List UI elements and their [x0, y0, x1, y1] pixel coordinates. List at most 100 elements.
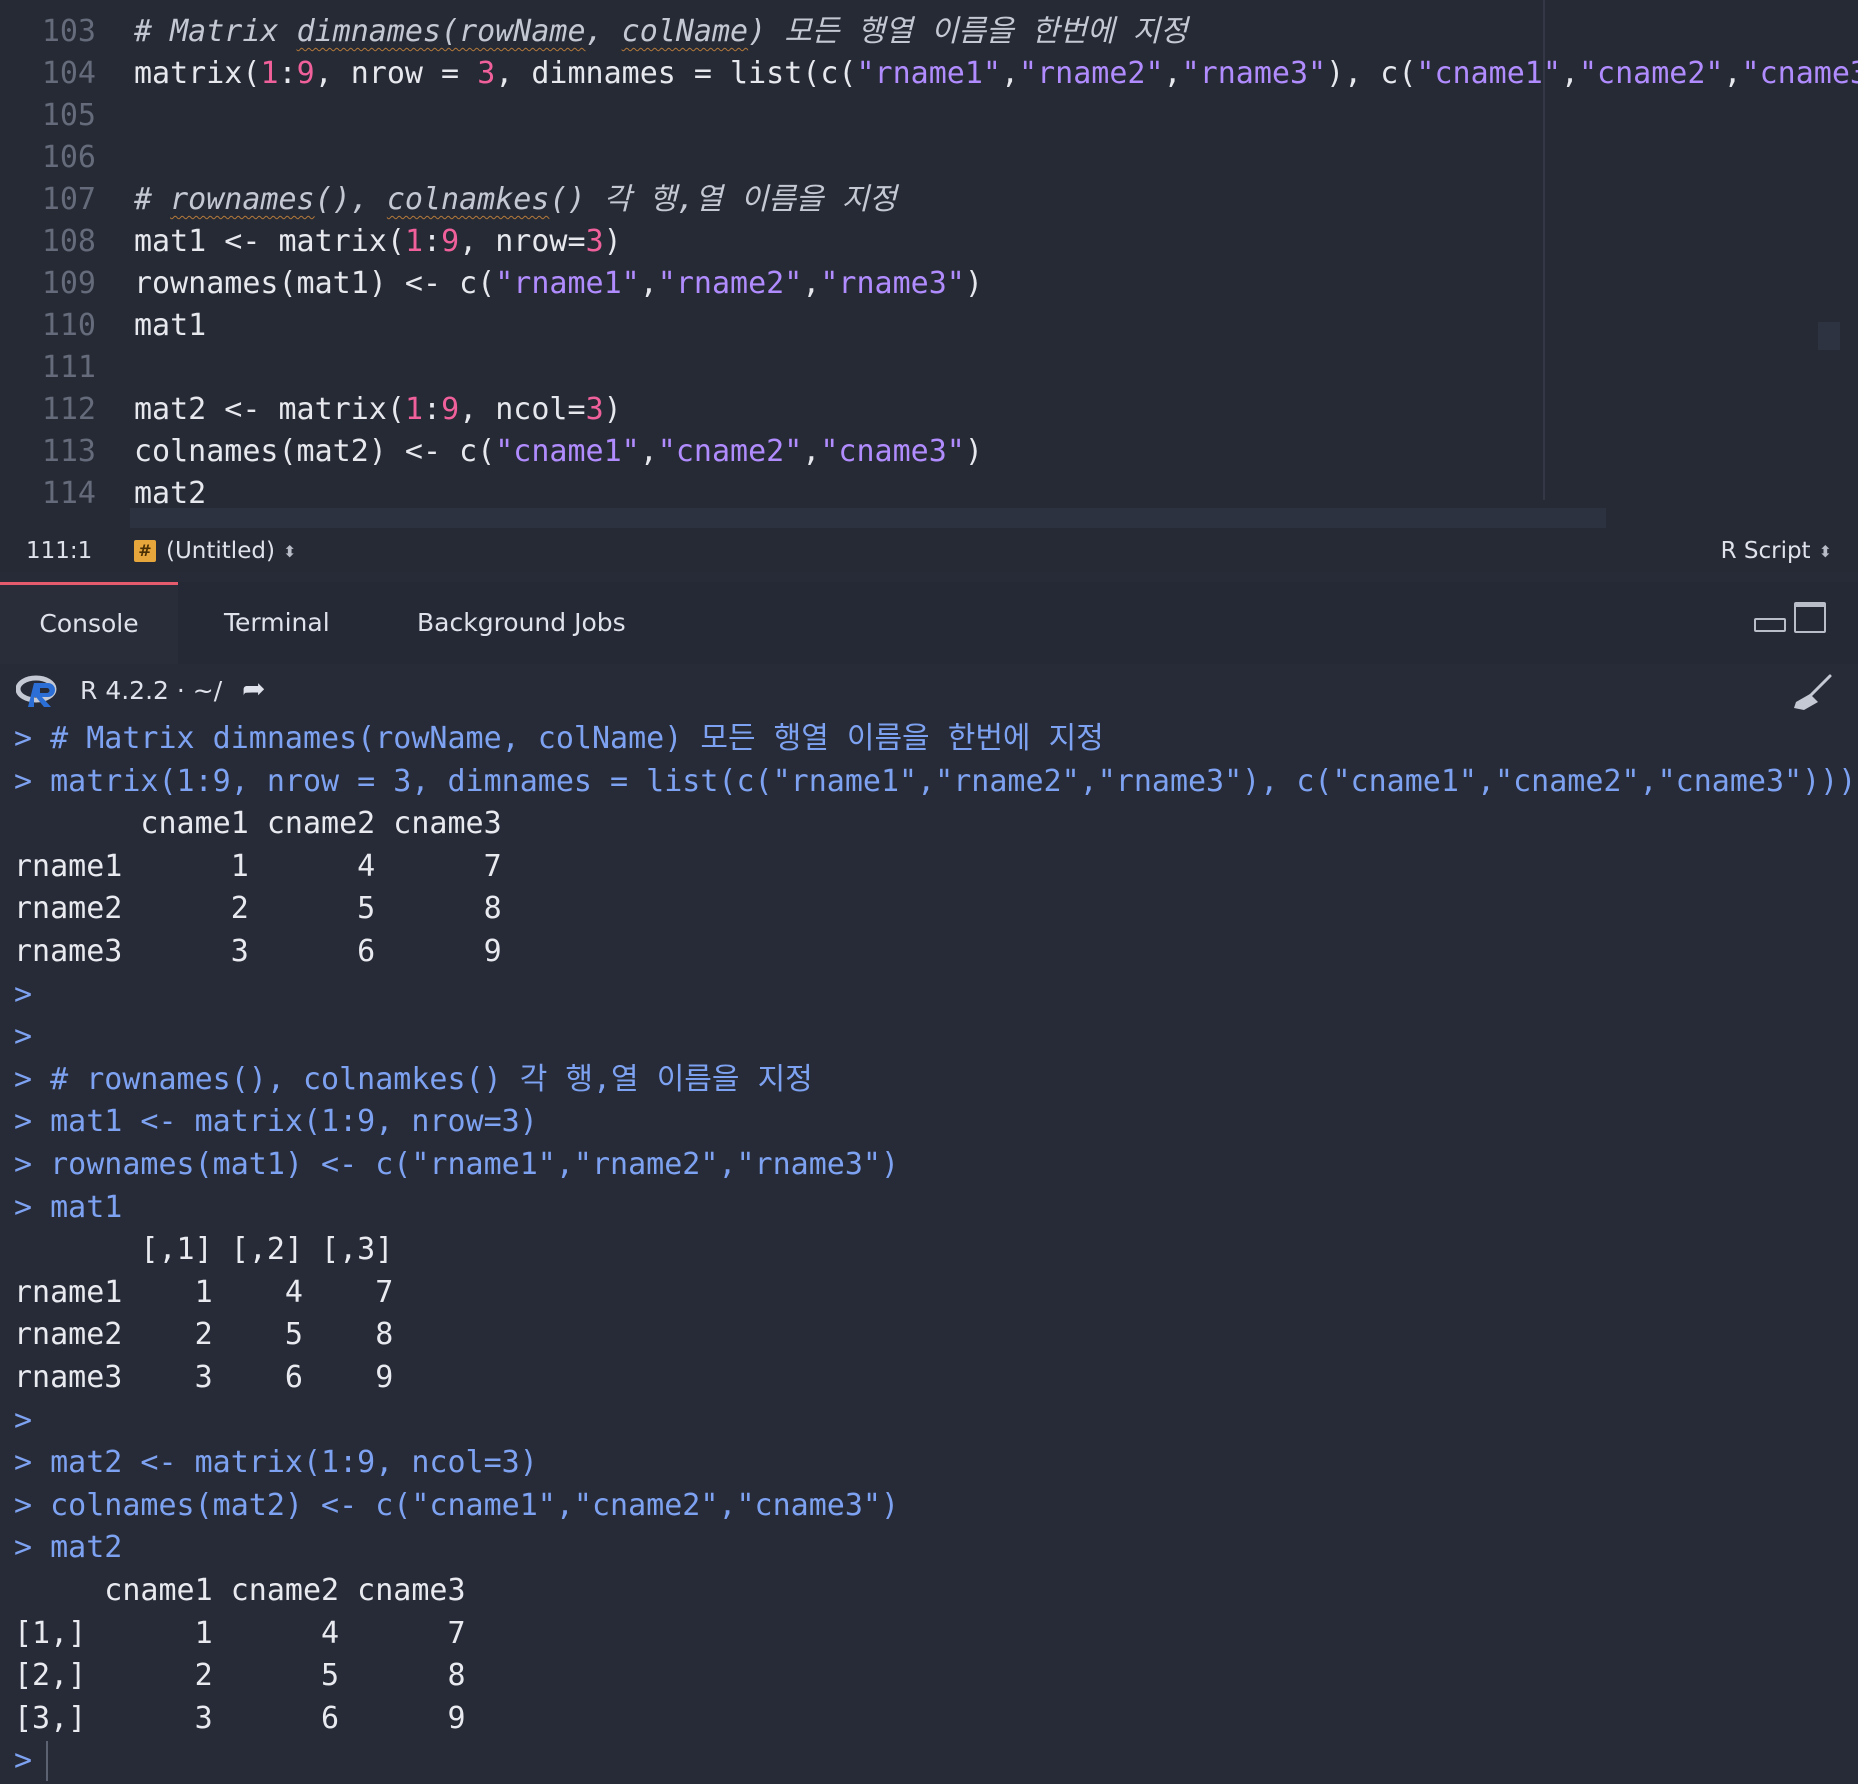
code-token: "cname3" — [1741, 56, 1858, 91]
line-number: 108 — [41, 224, 96, 259]
code-token: ) — [964, 266, 983, 301]
code-token: matrix( — [134, 56, 261, 91]
line-code: colnames(mat2) <- c("cname1","cname2","c… — [134, 431, 983, 473]
console-output-line: rname2 2 5 8 — [14, 1317, 394, 1352]
editor-line[interactable]: 114 mat2 — [0, 473, 1858, 515]
editor-line[interactable]: 106 — [0, 137, 1858, 179]
editor-line[interactable]: 109 rownames(mat1) <- c("rname1","rname2"… — [0, 263, 1858, 305]
editor-line[interactable]: 107 # rownames(), colnamkes() 각 행,열 이름을 지… — [0, 179, 1858, 221]
up-down-arrows-icon: ⬍ — [282, 541, 297, 561]
code-token: colnamkes — [386, 182, 550, 217]
console-input-line: > matrix(1:9, nrow = 3, dimnames = list(… — [14, 764, 1857, 799]
editor-line[interactable]: 104 matrix(1:9, nrow = 3, dimnames = list… — [0, 53, 1858, 95]
code-token: : — [423, 392, 442, 427]
tab-terminal[interactable]: Terminal — [224, 582, 330, 664]
console-output-line: rname1 1 4 7 — [14, 1275, 394, 1310]
editor-line[interactable]: 108 mat1 <- matrix(1:9, nrow=3) — [0, 221, 1858, 263]
console-output-line: cname1 cname2 cname3 — [14, 1573, 466, 1608]
cursor-position: 111:1 — [26, 538, 93, 564]
console-input-line: > mat1 — [14, 1190, 123, 1225]
code-token: dimnames(rowName — [296, 14, 586, 49]
line-code: mat1 <- matrix(1:9, nrow=3) — [134, 221, 622, 263]
console-input-line: > mat2 — [14, 1530, 123, 1565]
console-output-line: [2,] 2 5 8 — [14, 1658, 466, 1693]
code-editor[interactable]: 103 # Matrix dimnames(rowName, colName) 모… — [0, 0, 1858, 530]
code-token: ), c( — [1326, 56, 1417, 91]
code-token: , dimnames = list(c( — [495, 56, 857, 91]
console-input-line: > — [14, 1403, 33, 1438]
code-token: "rname1" — [495, 266, 640, 301]
broom-icon[interactable] — [1790, 672, 1834, 718]
code-token: , — [1723, 56, 1742, 91]
code-token: "cname3" — [820, 434, 965, 469]
console-output-line: [3,] 3 6 9 — [14, 1701, 466, 1736]
console-output[interactable]: > # Matrix dimnames(rowName, colName) 모든… — [0, 718, 1858, 1784]
console-output-line: rname1 1 4 7 — [14, 849, 502, 884]
line-code: mat2 — [134, 473, 206, 515]
editor-line[interactable]: 105 — [0, 95, 1858, 137]
code-token: ) — [603, 224, 622, 259]
line-number: 109 — [41, 266, 96, 301]
editor-line[interactable]: 111 — [0, 347, 1858, 389]
console-tab-bar: Console Terminal Background Jobs — [0, 582, 1858, 664]
code-token: # — [134, 182, 171, 217]
document-name: (Untitled) — [166, 538, 275, 564]
code-token: ) 모든 행열 이름을 한번에 지정 — [748, 14, 1188, 49]
line-number: 114 — [41, 476, 96, 511]
code-token: , — [639, 434, 658, 469]
code-token: , nrow = — [314, 56, 478, 91]
code-token: ) — [964, 434, 983, 469]
code-token: "rname3" — [820, 266, 965, 301]
file-type-selector[interactable]: R Script ⬍ — [1721, 538, 1832, 564]
code-token: , — [639, 266, 658, 301]
code-token: colName — [621, 14, 749, 49]
code-token: , — [585, 14, 622, 49]
code-token: mat1 — [134, 308, 207, 343]
code-token: mat1 <- matrix( — [134, 224, 405, 259]
code-token: # Matrix — [134, 14, 297, 49]
tab-background-jobs[interactable]: Background Jobs — [417, 582, 626, 664]
document-selector[interactable]: # (Untitled) ⬍ — [134, 538, 296, 564]
code-token: 1 — [404, 224, 423, 259]
line-code: # Matrix dimnames(rowName, colName) 모든 행… — [134, 11, 1188, 53]
code-token: , ncol= — [459, 392, 586, 427]
code-token: "rname3" — [1181, 56, 1327, 91]
maximize-pane-icon[interactable] — [1794, 602, 1826, 633]
minimize-pane-icon[interactable] — [1754, 618, 1786, 632]
code-token: "rname2" — [657, 266, 803, 301]
console-input-line: > # Matrix dimnames(rowName, colName) 모든… — [14, 721, 1104, 756]
code-token: 1 — [260, 56, 279, 91]
tab-console[interactable]: Console — [0, 582, 178, 664]
code-token: 9 — [441, 224, 460, 259]
code-token: "cname1" — [1416, 56, 1561, 91]
line-number: 112 — [41, 392, 96, 427]
console-input-line: > colnames(mat2) <- c("cname1","cname2",… — [14, 1488, 900, 1523]
editor-line[interactable]: 110 mat1 — [0, 305, 1858, 347]
line-code: mat1 — [134, 305, 206, 347]
code-token: "rname2" — [1019, 56, 1164, 91]
line-number: 110 — [41, 308, 96, 343]
console-input-line: > — [14, 1019, 33, 1054]
code-token: mat2 — [134, 476, 207, 511]
code-token: "cname2" — [1578, 56, 1724, 91]
share-arrow-icon[interactable]: ➦ — [242, 672, 265, 705]
code-token: , — [1163, 56, 1182, 91]
code-token: 3 — [585, 392, 604, 427]
code-token: () 각 행,열 이름을 지정 — [549, 182, 897, 217]
hash-section-icon: # — [134, 540, 156, 562]
editor-line[interactable]: 112 mat2 <- matrix(1:9, ncol=3) — [0, 389, 1858, 431]
code-token: 1 — [404, 392, 423, 427]
code-token: (), — [314, 182, 387, 217]
r-version-label: R 4.2.2 · ~/ — [80, 676, 223, 705]
console-input-line: > — [14, 1743, 33, 1778]
line-code: matrix(1:9, nrow = 3, dimnames = list(c(… — [134, 53, 1858, 95]
editor-line[interactable]: 103 # Matrix dimnames(rowName, colName) 모… — [0, 11, 1858, 53]
up-down-arrows-icon: ⬍ — [1818, 541, 1832, 561]
console-text-cursor — [46, 1741, 48, 1781]
code-token: "rname1" — [856, 56, 1001, 91]
code-token: mat2 <- matrix( — [134, 392, 405, 427]
editor-line[interactable]: 113 colnames(mat2) <- c("cname1","cname2"… — [0, 431, 1858, 473]
code-token: 9 — [441, 392, 460, 427]
line-number: 107 — [41, 182, 96, 217]
code-token: 3 — [477, 56, 496, 91]
